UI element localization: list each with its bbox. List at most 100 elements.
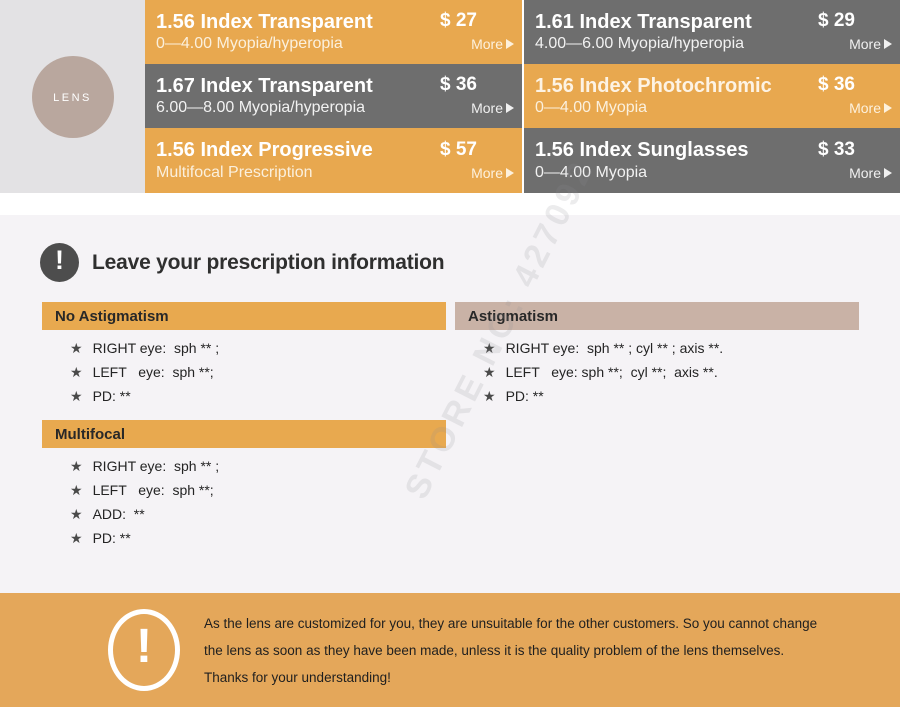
lens-option-card[interactable]: 1.56 Index Photochromic 0—4.00 Myopia $ … (524, 64, 900, 128)
list-item-label: PD: ** (92, 530, 131, 546)
lens-option-price-col: $ 33 More (814, 139, 900, 182)
multifocal-list: ★ RIGHT eye: sph ** ; ★ LEFT eye: sph **… (42, 459, 446, 545)
lens-option-text: 1.56 Index Photochromic 0—4.00 Myopia (524, 75, 814, 118)
list-item-label: LEFT eye: sph **; (92, 482, 214, 498)
lens-option-price: $ 33 (818, 138, 855, 160)
customization-notice-banner: ! As the lens are customized for you, th… (0, 593, 900, 707)
lens-option-price: $ 36 (440, 74, 477, 96)
play-triangle-icon (884, 167, 892, 178)
star-icon: ★ (70, 364, 83, 380)
star-icon: ★ (70, 506, 83, 522)
lens-option-more-label: More (471, 36, 503, 53)
lens-product-page: STORE NO: 427092 Lens 1.56 Index Transpa… (0, 0, 900, 707)
lens-option-title: 1.56 Index Transparent (156, 10, 373, 33)
star-icon: ★ (70, 340, 83, 356)
star-icon: ★ (483, 388, 496, 404)
star-icon: ★ (70, 388, 83, 404)
lens-option-more-link[interactable]: More (849, 164, 892, 182)
play-triangle-icon (884, 39, 892, 50)
star-icon: ★ (70, 530, 83, 546)
lens-option-price-col: $ 27 More (436, 10, 522, 53)
lens-option-title: 1.56 Index Progressive (156, 139, 373, 162)
list-item: ★ LEFT eye: sph **; (70, 365, 446, 379)
list-item-label: RIGHT eye: sph ** ; (92, 340, 220, 356)
list-item-label: RIGHT eye: sph ** ; cyl ** ; axis **. (505, 340, 724, 356)
star-icon: ★ (70, 458, 83, 474)
play-triangle-icon (884, 103, 892, 114)
lens-option-card[interactable]: 1.67 Index Transparent 6.00—8.00 Myopia/… (145, 64, 524, 128)
lens-option-subtitle: 0—4.00 Myopia (535, 163, 648, 181)
lens-option-more-label: More (471, 164, 503, 181)
play-triangle-icon (506, 167, 514, 178)
no-astigmatism-list: ★ RIGHT eye: sph ** ; ★ LEFT eye: sph **… (42, 341, 446, 403)
exclamation-glyph: ! (136, 620, 152, 673)
play-triangle-icon (506, 39, 514, 50)
prescription-header: ! Leave your prescription information (40, 243, 445, 282)
lens-option-title: 1.67 Index Transparent (156, 74, 373, 97)
lens-option-price: $ 29 (818, 10, 855, 32)
no-astigmatism-title: No Astigmatism (42, 302, 446, 330)
warning-exclamation-icon: ! (108, 609, 180, 691)
list-item: ★ RIGHT eye: sph ** ; (70, 341, 446, 355)
lens-option-text: 1.56 Index Sunglasses 0—4.00 Myopia (524, 139, 814, 182)
lens-option-more-label: More (471, 100, 503, 117)
star-icon: ★ (483, 364, 496, 380)
lens-option-card[interactable]: 1.56 Index Sunglasses 0—4.00 Myopia $ 33… (524, 128, 900, 193)
lens-option-subtitle: 0—4.00 Myopia (535, 99, 648, 117)
astigmatism-title: Astigmatism (455, 302, 859, 330)
lens-option-card[interactable]: 1.56 Index Progressive Multifocal Prescr… (145, 128, 524, 193)
multifocal-block: Multifocal ★ RIGHT eye: sph ** ; ★ LEFT … (42, 420, 446, 555)
lens-option-more-link[interactable]: More (849, 35, 892, 53)
notice-line-1: As the lens are customized for you, they… (204, 615, 818, 631)
notice-line-3: Thanks for your understanding! (204, 669, 391, 685)
lens-option-more-link[interactable]: More (471, 99, 514, 117)
list-item: ★ ADD: ** (70, 507, 446, 521)
list-item-label: PD: ** (92, 388, 131, 404)
lens-option-more-link[interactable]: More (471, 164, 514, 182)
list-item: ★ LEFT eye: sph **; (70, 483, 446, 497)
lens-option-title: 1.56 Index Photochromic (535, 74, 772, 97)
list-item-label: RIGHT eye: sph ** ; (92, 458, 220, 474)
notice-text: As the lens are customized for you, they… (204, 610, 817, 691)
lens-badge-label: Lens (53, 88, 92, 105)
page-title: Leave your prescription information (92, 250, 445, 274)
play-triangle-icon (506, 103, 514, 114)
list-item-label: PD: ** (505, 388, 544, 404)
lens-option-price: $ 57 (440, 138, 477, 160)
list-item: ★ PD: ** (70, 389, 446, 403)
lens-option-price-col: $ 36 More (814, 74, 900, 117)
lens-option-text: 1.56 Index Progressive Multifocal Prescr… (145, 139, 436, 182)
lens-option-title: 1.61 Index Transparent (535, 10, 752, 33)
no-astigmatism-block: No Astigmatism ★ RIGHT eye: sph ** ; ★ L… (42, 302, 446, 413)
lens-option-more-link[interactable]: More (471, 35, 514, 53)
lens-option-more-label: More (849, 100, 881, 117)
lens-option-price: $ 27 (440, 10, 477, 32)
list-item: ★ LEFT eye: sph **; cyl **; axis **. (483, 365, 859, 379)
lens-option-text: 1.67 Index Transparent 6.00—8.00 Myopia/… (145, 75, 436, 118)
lens-option-price-col: $ 36 More (436, 74, 522, 117)
astigmatism-list: ★ RIGHT eye: sph ** ; cyl ** ; axis **. … (455, 341, 859, 403)
list-item-label: LEFT eye: sph **; cyl **; axis **. (505, 364, 718, 380)
list-item: ★ PD: ** (483, 389, 859, 403)
lens-options-section: Lens 1.56 Index Transparent 0—4.00 Myopi… (0, 0, 900, 193)
lens-option-price: $ 36 (818, 74, 855, 96)
notice-line-2: the lens as soon as they have been made,… (204, 642, 785, 658)
lens-option-more-label: More (849, 36, 881, 53)
lens-option-text: 1.61 Index Transparent 4.00—6.00 Myopia/… (524, 11, 814, 54)
lens-option-price-col: $ 57 More (436, 139, 522, 182)
lens-option-card[interactable]: 1.61 Index Transparent 4.00—6.00 Myopia/… (524, 0, 900, 64)
list-item: ★ PD: ** (70, 531, 446, 545)
lens-option-more-label: More (849, 164, 881, 181)
lens-badge-panel: Lens (0, 0, 145, 193)
list-item: ★ RIGHT eye: sph ** ; (70, 459, 446, 473)
lens-options-grid: 1.56 Index Transparent 0—4.00 Myopia/hyp… (145, 0, 900, 193)
lens-option-subtitle: Multifocal Prescription (156, 163, 313, 181)
lens-option-price-col: $ 29 More (814, 10, 900, 53)
lens-option-subtitle: 0—4.00 Myopia/hyperopia (156, 35, 343, 53)
list-item-label: LEFT eye: sph **; (92, 364, 214, 380)
lens-option-subtitle: 6.00—8.00 Myopia/hyperopia (156, 99, 366, 117)
lens-option-card[interactable]: 1.56 Index Transparent 0—4.00 Myopia/hyp… (145, 0, 524, 64)
lens-option-more-link[interactable]: More (849, 99, 892, 117)
multifocal-title: Multifocal (42, 420, 446, 448)
astigmatism-block: Astigmatism ★ RIGHT eye: sph ** ; cyl **… (455, 302, 859, 413)
